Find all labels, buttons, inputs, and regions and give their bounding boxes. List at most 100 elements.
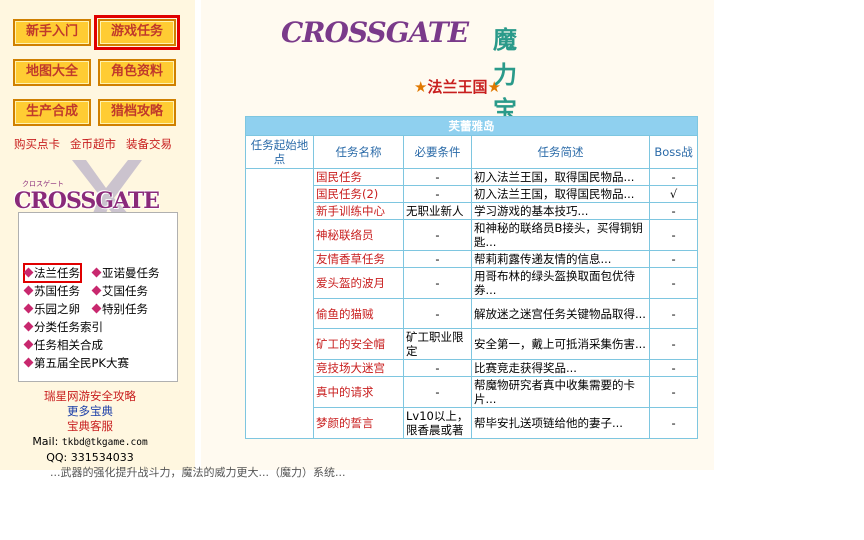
task-name-link[interactable]: 友情香草任务	[313, 250, 404, 268]
boss-cell: -	[648, 359, 699, 377]
task-name-link[interactable]: 竞技场大迷宫	[313, 359, 404, 377]
menu-item-special[interactable]: 特别任务	[91, 301, 148, 317]
start-location-cell	[245, 168, 314, 439]
task-name-link[interactable]: 偷鱼的猫贼	[313, 298, 404, 329]
buy-card-link[interactable]: 购买点卡	[14, 136, 60, 152]
menu-item-suguo[interactable]: 苏国任务	[23, 283, 80, 299]
table-row: 偷鱼的猫贼 - 解放迷之迷宫任务关键物品取得... -	[246, 298, 699, 329]
diamond-icon	[23, 303, 34, 314]
diamond-icon	[91, 267, 102, 278]
more-guides-link[interactable]: 更多宝典	[0, 404, 180, 419]
description-cell: 帮莉莉露传递友情的信息...	[471, 250, 650, 268]
task-name-link[interactable]: 爱头盔的波月	[313, 267, 404, 299]
nav-button-game-tasks[interactable]: 游戏任务	[94, 15, 180, 50]
nav-button-strategy[interactable]: 猎档攻略	[98, 99, 176, 126]
sidebar: 新手入门 游戏任务 地图大全 角色资料 生产合成 猎档攻略 购买点卡 金币超市 …	[0, 0, 195, 470]
task-table: 芙蕾雅岛 任务起始地点 任务名称 必要条件 任务简述 Boss战 国民任务 - 初入…	[244, 116, 699, 439]
requirement-cell: 矿工职业限定	[403, 328, 472, 360]
menu-item-falan[interactable]: 法兰任务	[23, 263, 82, 283]
col-start-location: 任务起始地点	[245, 135, 314, 169]
task-name-link[interactable]: 梦颜的誓言	[313, 407, 404, 439]
description-cell: 帮毕安扎送项链给他的妻子...	[471, 407, 650, 439]
col-task-name: 任务名称	[313, 135, 404, 169]
menu-item-category-index[interactable]: 分类任务索引	[23, 319, 103, 335]
table-row: 神秘联络员 - 和神秘的联络员B接头，买得铜钥匙... -	[246, 219, 699, 251]
boss-cell: -	[648, 202, 699, 220]
requirement-cell: -	[403, 298, 472, 329]
requirement-cell: Lv10以上，限香晨或著	[403, 407, 472, 439]
contact-mail: Mail: tkbd@tkgame.com	[32, 435, 148, 448]
safety-guide-link[interactable]: 瑞星网游安全攻略	[0, 389, 180, 404]
boss-cell: -	[648, 168, 699, 186]
nav-button-beginner[interactable]: 新手入门	[13, 19, 91, 46]
requirement-cell: -	[403, 185, 472, 203]
nav-button-characters[interactable]: 角色资料	[98, 59, 176, 86]
diamond-icon	[23, 267, 34, 278]
menu-item-paradise-egg[interactable]: 乐园之卵	[23, 301, 80, 317]
requirement-cell: -	[403, 267, 472, 299]
requirement-cell: -	[403, 250, 472, 268]
nav-button-maps[interactable]: 地图大全	[13, 59, 91, 86]
overflow-text: ...武器的强化提升战斗力，魔法的威力更大...（魔力）系统...	[50, 466, 346, 479]
description-cell: 初入法兰王国，取得国民物品...	[471, 185, 650, 203]
task-name-link[interactable]: 矿工的安全帽	[313, 328, 404, 360]
boss-cell: -	[648, 219, 699, 251]
boss-cell: -	[648, 250, 699, 268]
requirement-cell: -	[403, 219, 472, 251]
sidebar-footer: 瑞星网游安全攻略 更多宝典 宝典客服 Mail: tkbd@tkgame.com…	[0, 389, 180, 465]
table-row: 友情香草任务 - 帮莉莉露传递友情的信息... -	[246, 250, 699, 268]
nav-button-crafting[interactable]: 生产合成	[13, 99, 91, 126]
table-row: 新手训练中心 无职业新人 学习游戏的基本技巧... -	[246, 202, 699, 220]
contact-qq: QQ: 331534033	[46, 451, 134, 464]
description-cell: 用哥布林的绿头盔换取面包优待券...	[471, 267, 650, 299]
task-name-link[interactable]: 新手训练中心	[313, 202, 404, 220]
description-cell: 初入法兰王国，取得国民物品...	[471, 168, 650, 186]
task-name-link[interactable]: 真中的请求	[313, 376, 404, 408]
banner-wordmark: CROSSGATE	[281, 16, 469, 49]
requirement-cell: 无职业新人	[403, 202, 472, 220]
boss-cell: -	[648, 328, 699, 360]
boss-cell: -	[648, 407, 699, 439]
diamond-icon	[23, 285, 34, 296]
equipment-trade-link[interactable]: 装备交易	[126, 136, 172, 152]
col-requirements: 必要条件	[403, 135, 472, 169]
boss-cell: -	[648, 298, 699, 329]
description-cell: 安全第一，戴上可抵消采集伤害...	[471, 328, 650, 360]
task-name-link[interactable]: 国民任务	[313, 168, 404, 186]
table-row: 国民任务(2) - 初入法兰王国，取得国民物品... √	[246, 185, 699, 203]
page-title: ★法兰王国★	[414, 78, 501, 96]
quick-links: 购买点卡 金币超市 装备交易	[14, 136, 194, 152]
table-row: 梦颜的誓言 Lv10以上，限香晨或著 帮毕安扎送项链给他的妻子... -	[246, 407, 699, 439]
boss-cell: √	[648, 185, 699, 203]
table-row: 竞技场大迷宫 - 比赛竞走获得奖品... -	[246, 359, 699, 377]
task-name-link[interactable]: 神秘联络员	[313, 219, 404, 251]
task-name-link[interactable]: 国民任务(2)	[313, 185, 404, 203]
table-row: 国民任务 - 初入法兰王国，取得国民物品... -	[245, 168, 699, 439]
description-cell: 和神秘的联络员B接头，买得铜钥匙...	[471, 219, 650, 251]
col-boss: Boss战	[648, 135, 699, 169]
requirement-cell: -	[403, 376, 472, 408]
diamond-icon	[91, 285, 102, 296]
description-cell: 解放迷之迷宫任务关键物品取得...	[471, 298, 650, 329]
diamond-icon	[23, 339, 34, 350]
menu-item-pk-contest[interactable]: 第五届全民PK大赛	[23, 355, 129, 371]
requirement-cell: -	[403, 168, 472, 186]
diamond-icon	[23, 357, 34, 368]
region-header: 芙蕾雅岛	[244, 116, 699, 136]
description-cell: 比赛竞走获得奖品...	[471, 359, 650, 377]
gold-market-link[interactable]: 金币超市	[70, 136, 116, 152]
table-row: 真中的请求 - 帮魔物研究者真中收集需要的卡片... -	[246, 376, 699, 408]
logo-wordmark: CROSSGATE	[14, 188, 160, 214]
boss-cell: -	[648, 267, 699, 299]
menu-item-yanuoman[interactable]: 亚诺曼任务	[91, 265, 160, 281]
table-row: 矿工的安全帽 矿工职业限定 安全第一，戴上可抵消采集伤害... -	[246, 328, 699, 360]
boss-cell: -	[648, 376, 699, 408]
menu-item-aiguo[interactable]: 艾国任务	[91, 283, 148, 299]
menu-item-task-crafting[interactable]: 任务相关合成	[23, 337, 103, 353]
col-description: 任务简述	[471, 135, 650, 169]
diamond-icon	[91, 303, 102, 314]
main-content: CROSSGATE 魔力宝贝 ★法兰王国★ 芙蕾雅岛 任务起始地点 任务名称 必…	[201, 0, 714, 470]
table-row: 爱头盔的波月 - 用哥布林的绿头盔换取面包优待券... -	[246, 267, 699, 299]
task-menu: 法兰任务 亚诺曼任务 苏国任务 艾国任务 乐园之卵 特别任务 分类任务索引 任务…	[18, 212, 178, 382]
customer-service-link[interactable]: 宝典客服	[0, 419, 180, 434]
